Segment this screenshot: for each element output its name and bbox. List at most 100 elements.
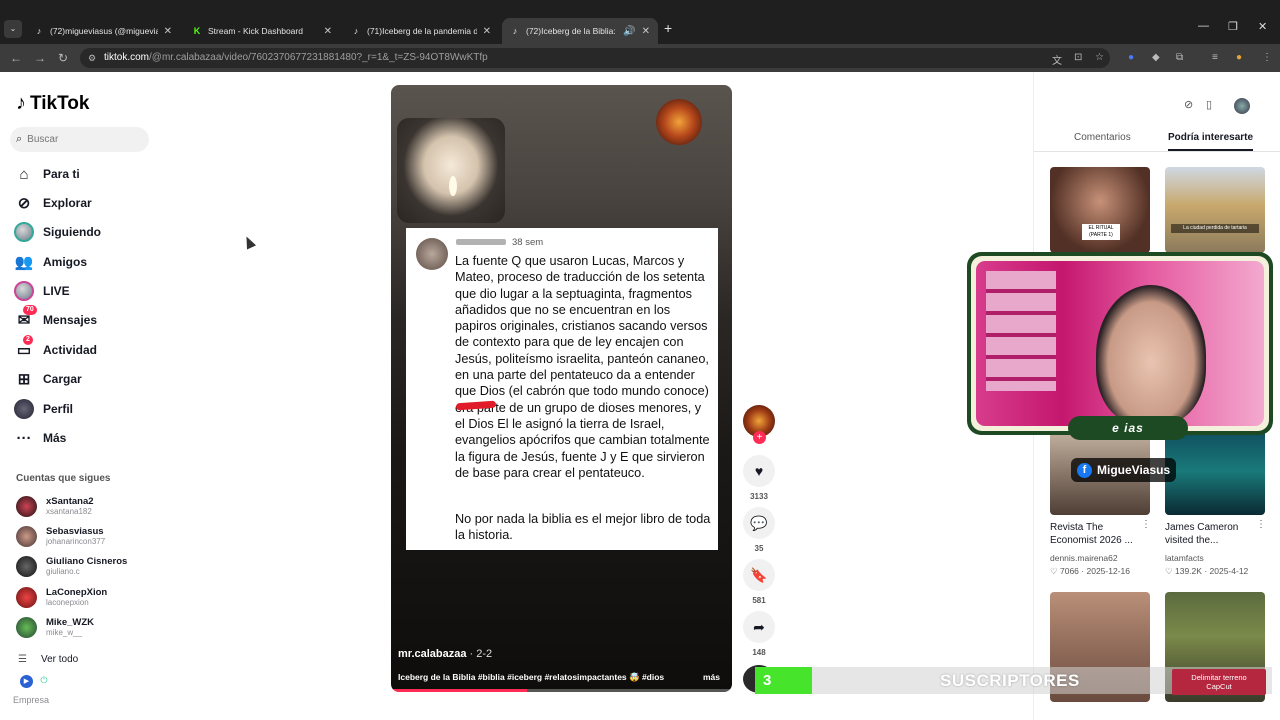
- power-icon[interactable]: ⏻: [37, 674, 50, 687]
- extension-icon[interactable]: ●: [1128, 52, 1134, 63]
- close-window-button[interactable]: ✕: [1258, 20, 1267, 33]
- menu-icon[interactable]: ⋮: [1262, 52, 1272, 63]
- close-icon[interactable]: ✕: [483, 26, 491, 37]
- blurred-username: [456, 239, 506, 245]
- streamer-face: [1096, 285, 1206, 425]
- following-account[interactable]: LaConepXion laconepxion: [16, 587, 107, 608]
- webcam-overlay: [967, 252, 1273, 435]
- webcam-feed: [976, 261, 1264, 426]
- message-badge: 70: [23, 305, 37, 315]
- share-button[interactable]: ➦: [743, 611, 775, 643]
- minimize-button[interactable]: —: [1198, 20, 1209, 32]
- empresa-link[interactable]: Empresa: [13, 695, 49, 705]
- more-options-icon[interactable]: ⋮: [1141, 519, 1151, 530]
- like-count: 3133: [750, 492, 768, 501]
- profile-avatar[interactable]: ●: [1236, 52, 1242, 63]
- nav-amigos[interactable]: 👥 Amigos: [14, 251, 87, 273]
- video-author[interactable]: mr.calabazaa · 2-2: [398, 648, 492, 660]
- activity-badge: 2: [23, 335, 33, 345]
- video-title[interactable]: James Cameron visited the...: [1165, 521, 1257, 547]
- browser-tab[interactable]: ♪ (72)migueviasus (@migueviasus ✕: [26, 18, 180, 44]
- url-field[interactable]: ⚙ tiktok.com/@mr.calabazaa/video/7602370…: [80, 48, 1110, 68]
- profile-avatar: [14, 399, 34, 419]
- browser-tab-bar: ⌄ ♪ (72)migueviasus (@migueviasus ✕ K St…: [0, 0, 1280, 44]
- nav-mensajes[interactable]: ✉ 70 Mensajes: [14, 305, 97, 331]
- comment-screenshot: 38 sem La fuente Q que usaron Lucas, Mar…: [406, 228, 718, 550]
- video-user[interactable]: dennis.mairena62: [1050, 553, 1118, 563]
- close-icon[interactable]: ✕: [164, 26, 172, 37]
- more-link[interactable]: más: [703, 672, 720, 682]
- play-icon[interactable]: ▶: [20, 675, 33, 688]
- install-icon[interactable]: ⊡: [1074, 52, 1082, 63]
- nav-actividad[interactable]: ▭ 2 Actividad: [14, 335, 97, 361]
- comment-button[interactable]: 💬: [743, 507, 775, 539]
- speaker-icon[interactable]: 🔊: [623, 26, 635, 37]
- avatar: [16, 526, 37, 547]
- activity-icon: ▭ 2: [16, 335, 33, 359]
- like-button[interactable]: ♥: [743, 455, 775, 487]
- nav-mas[interactable]: ··· Más: [14, 427, 67, 449]
- close-icon[interactable]: ✕: [642, 26, 650, 37]
- channel-logo: [656, 99, 702, 145]
- following-account[interactable]: xSantana2 xsantana182: [16, 496, 94, 517]
- nav-live[interactable]: LIVE: [14, 280, 70, 302]
- see-all-link[interactable]: ☰ Ver todo: [18, 654, 78, 665]
- following-account[interactable]: Giuliano Cisneros giuliano.c: [16, 556, 127, 577]
- tiktok-icon: ♪: [353, 26, 359, 36]
- reload-icon[interactable]: ↻: [58, 51, 68, 65]
- search-icon: ⌕: [16, 133, 23, 145]
- nav-siguiendo[interactable]: Siguiendo: [14, 221, 101, 243]
- extension-icon[interactable]: ◆: [1152, 52, 1160, 63]
- video-progress-bar[interactable]: [391, 689, 732, 692]
- following-account[interactable]: Sebasviasus johanarincon377: [16, 526, 105, 547]
- save-button[interactable]: 🔖: [743, 559, 775, 591]
- browser-tab[interactable]: K Stream - Kick Dashboard ✕: [184, 18, 340, 44]
- search-box[interactable]: ⌕: [10, 127, 149, 152]
- bookmark-star-icon[interactable]: ☆: [1095, 52, 1104, 63]
- tab-search-button[interactable]: ⌄: [4, 20, 22, 38]
- video-user[interactable]: latamfacts: [1165, 553, 1204, 563]
- tab-podria-interesarte[interactable]: Podría interesarte: [1168, 132, 1254, 151]
- puzzle-icon[interactable]: ⧉: [1176, 52, 1183, 63]
- heart-outline-icon: ♡: [1050, 566, 1058, 576]
- avatar: [16, 587, 37, 608]
- nav-explorar[interactable]: ⊘ Explorar: [14, 192, 92, 214]
- back-icon[interactable]: ←: [10, 51, 22, 65]
- follow-button[interactable]: +: [753, 431, 766, 444]
- avatar: [16, 556, 37, 577]
- avatar: [16, 496, 37, 517]
- new-tab-button[interactable]: +: [664, 20, 672, 36]
- compass-icon[interactable]: ⊘: [1184, 98, 1193, 111]
- close-icon[interactable]: ✕: [324, 26, 332, 37]
- profile-avatar[interactable]: [1234, 98, 1250, 114]
- browser-tab[interactable]: ♪ (71)Iceberg de la pandemia de ✕: [343, 18, 499, 44]
- video-thumbnail[interactable]: [1165, 427, 1265, 515]
- subscriber-label: SUSCRIPTORES: [940, 671, 1080, 690]
- maximize-button[interactable]: ❐: [1228, 20, 1238, 33]
- video-stats: ♡ 139.2K · 2025-4-12: [1165, 566, 1249, 576]
- media-icon[interactable]: ≡: [1212, 52, 1218, 63]
- video-title[interactable]: Revista The Economist 2026 ...: [1050, 521, 1142, 547]
- translate-icon[interactable]: 文: [1052, 52, 1062, 67]
- tiktok-logo[interactable]: ♪ TikTok: [16, 92, 89, 115]
- video-thumbnail[interactable]: La ciudad perdida de tartaria: [1165, 167, 1265, 253]
- video-player[interactable]: 38 sem La fuente Q que usaron Lucas, Mar…: [391, 85, 732, 692]
- more-options-icon[interactable]: ⋮: [1256, 519, 1266, 530]
- video-thumbnail[interactable]: EL RITUAL (PARTE 1): [1050, 167, 1150, 253]
- nav-cargar[interactable]: ⊞ Cargar: [14, 368, 82, 390]
- tab-comentarios[interactable]: Comentarios: [1074, 132, 1131, 143]
- site-info-icon[interactable]: ⚙: [88, 48, 96, 68]
- candle-image: [397, 118, 505, 223]
- mouse-cursor: [241, 234, 257, 250]
- forward-icon[interactable]: →: [34, 51, 46, 65]
- comment-icon: 💬: [750, 514, 768, 531]
- webcam-name-label: e ias: [1068, 416, 1188, 440]
- friends-icon: 👥: [14, 254, 34, 271]
- device-icon[interactable]: ▯: [1206, 98, 1212, 111]
- browser-tab-active[interactable]: ♪ (72)Iceberg de la Biblia: Rev 🔊 ✕: [502, 18, 658, 44]
- search-input[interactable]: [27, 134, 138, 145]
- following-account[interactable]: Mike_WZK mike_w__: [16, 617, 94, 638]
- kick-icon: K: [193, 26, 201, 36]
- nav-para-ti[interactable]: ⌂ Para ti: [14, 163, 79, 185]
- nav-perfil[interactable]: Perfil: [14, 398, 73, 420]
